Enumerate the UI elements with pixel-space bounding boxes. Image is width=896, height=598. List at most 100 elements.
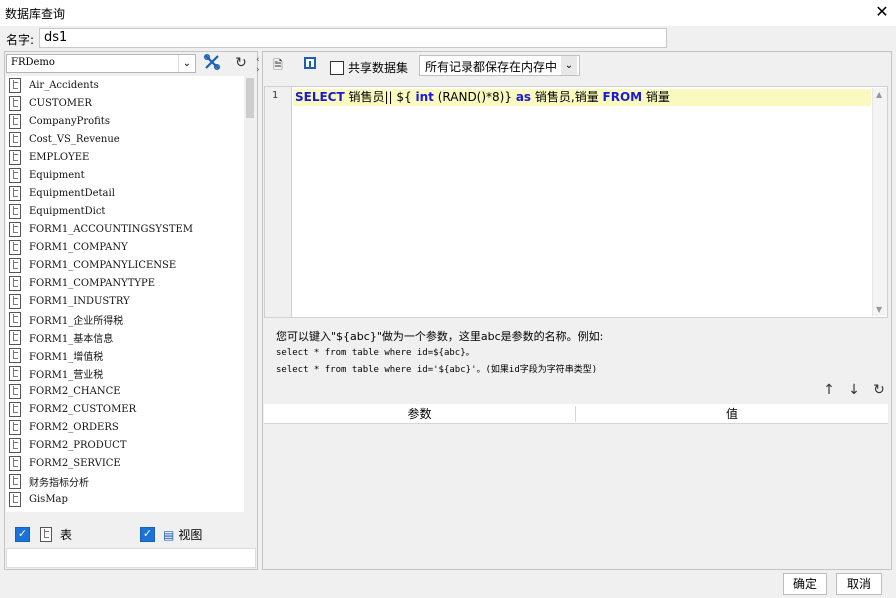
table-icon: [9, 365, 21, 381]
table-icon: [9, 203, 21, 219]
arrow-up-icon[interactable]: ↑: [820, 381, 838, 399]
table-row[interactable]: FORM1_INDUSTRY: [6, 292, 244, 310]
table-name: FORM1_COMPANYTYPE: [29, 277, 156, 289]
table-row[interactable]: FORM1_COMPANYLICENSE: [6, 256, 244, 274]
table-row[interactable]: GisMap: [6, 490, 244, 508]
parameter-table[interactable]: [264, 404, 888, 568]
name-label: 名字:: [6, 33, 35, 47]
editor-scrollbar[interactable]: ▲ ▼: [872, 88, 887, 316]
table-row[interactable]: CompanyProfits: [6, 112, 244, 130]
table-row[interactable]: FORM2_PRODUCT: [6, 436, 244, 454]
table-row[interactable]: EquipmentDetail: [6, 184, 244, 202]
table-icon: [9, 437, 21, 453]
show-tables-checkbox[interactable]: ✓: [15, 527, 30, 542]
sql-token: 销售员,销量: [531, 90, 603, 104]
sql-token: 销量: [642, 90, 670, 104]
sql-editor[interactable]: [264, 86, 888, 318]
refresh-icon[interactable]: ↻: [230, 53, 252, 73]
shared-dataset-checkbox[interactable]: [330, 60, 344, 75]
table-list-scrollbar[interactable]: [244, 76, 256, 512]
sql-token: (RAND()*8)}: [433, 90, 516, 104]
table-icon: [9, 275, 21, 291]
database-select[interactable]: FRDemo ⌄: [6, 54, 196, 73]
chevron-down-icon: ⌄: [561, 56, 577, 75]
table-list[interactable]: Air_Accidents CUSTOMER CompanyProfits Cost_…: [6, 76, 244, 512]
table-name: FORM1_基本信息: [29, 333, 114, 345]
table-name: FORM2_ORDERS: [29, 421, 119, 433]
line-gutter: [265, 87, 292, 317]
collapse-handle[interactable]: ‹ ›: [256, 55, 260, 75]
table-row[interactable]: EMPLOYEE: [6, 148, 244, 166]
table-row[interactable]: FORM2_ORDERS: [6, 418, 244, 436]
table-name: FORM2_CHANCE: [29, 385, 121, 397]
table-row[interactable]: 财务指标分析: [6, 472, 244, 490]
refresh-icon[interactable]: ↻: [870, 381, 888, 399]
table-icon: [9, 473, 21, 489]
sql-keyword: FROM: [602, 90, 643, 104]
table-icon: [9, 257, 21, 273]
table-icon: [9, 77, 21, 93]
memory-mode-value: 所有记录都保存在内存中: [425, 60, 558, 74]
ok-button[interactable]: 确定: [783, 573, 827, 595]
table-row[interactable]: Air_Accidents: [6, 76, 244, 94]
memory-mode-select[interactable]: 所有记录都保存在内存中 ⌄: [419, 55, 580, 76]
table-name: FORM1_增值税: [29, 351, 104, 363]
table-row[interactable]: FORM1_营业税: [6, 364, 244, 382]
table-icon: [9, 113, 21, 129]
show-tables-option[interactable]: ✓ 表: [15, 526, 72, 543]
preview-icon[interactable]: 🗎: [267, 55, 289, 75]
shared-dataset-option[interactable]: 共享数据集: [330, 59, 408, 76]
table-icon: [9, 383, 21, 399]
table-name: FORM2_SERVICE: [29, 457, 121, 469]
tools-icon[interactable]: [201, 53, 223, 73]
table-row[interactable]: FORM1_COMPANYTYPE: [6, 274, 244, 292]
table-name: FORM2_PRODUCT: [29, 439, 127, 451]
table-row[interactable]: FORM1_COMPANY: [6, 238, 244, 256]
arrow-down-icon[interactable]: ↓: [845, 381, 863, 399]
table-name: FORM1_INDUSTRY: [29, 295, 130, 307]
table-name: EquipmentDict: [29, 205, 106, 217]
show-views-option[interactable]: ✓ ▤ 视图: [140, 526, 202, 543]
show-views-checkbox[interactable]: ✓: [140, 527, 155, 542]
table-filter-input[interactable]: [6, 548, 256, 568]
name-input[interactable]: ds1: [39, 28, 667, 48]
table-row[interactable]: FORM2_SERVICE: [6, 454, 244, 472]
table-icon: [9, 401, 21, 417]
view-icon: ▤: [163, 527, 175, 542]
table-name: 财务指标分析: [29, 477, 89, 489]
table-name: Cost_VS_Revenue: [29, 133, 120, 145]
hint-line-1: 您可以键入"${abc}"做为一个参数，这里abc是参数的名称。例如:: [276, 330, 604, 343]
chevron-down-icon: ⌄: [178, 55, 195, 72]
table-name: FORM1_COMPANY: [29, 241, 128, 253]
parameter-table-header: 参数 值: [264, 404, 888, 424]
table-name: FORM2_CUSTOMER: [29, 403, 137, 415]
table-row[interactable]: CUSTOMER: [6, 94, 244, 112]
title-bar: [0, 0, 896, 26]
table-row[interactable]: FORM1_增值税: [6, 346, 244, 364]
shared-dataset-label: 共享数据集: [348, 61, 409, 75]
table-name: FORM1_ACCOUNTINGSYSTEM: [29, 223, 194, 235]
sql-keyword: int: [415, 90, 434, 104]
close-icon[interactable]: ✕: [873, 2, 891, 22]
table-row[interactable]: Cost_VS_Revenue: [6, 130, 244, 148]
table-icon: [9, 311, 21, 327]
table-row[interactable]: FORM2_CHANCE: [6, 382, 244, 400]
table-icon: [9, 239, 21, 255]
table-name: FORM1_企业所得税: [29, 315, 124, 327]
table-row[interactable]: FORM2_CUSTOMER: [6, 400, 244, 418]
sql-text[interactable]: SELECT 销售员|| ${ int (RAND()*8)} as 销售员,销…: [295, 89, 670, 106]
sql-pane-icon[interactable]: [299, 55, 321, 75]
table-row[interactable]: EquipmentDict: [6, 202, 244, 220]
table-name: CUSTOMER: [29, 97, 92, 109]
table-row[interactable]: Equipment: [6, 166, 244, 184]
table-icon: [9, 221, 21, 237]
table-icon: [9, 419, 21, 435]
cancel-button[interactable]: 取消: [836, 573, 882, 595]
table-row[interactable]: FORM1_基本信息: [6, 328, 244, 346]
parameter-hint: 您可以键入"${abc}"做为一个参数，这里abc是参数的名称。例如: selec…: [276, 328, 603, 379]
show-views-label: 视图: [178, 528, 203, 542]
table-icon: [9, 131, 21, 147]
table-name: GisMap: [29, 493, 68, 505]
table-row[interactable]: FORM1_ACCOUNTINGSYSTEM: [6, 220, 244, 238]
table-row[interactable]: FORM1_企业所得税: [6, 310, 244, 328]
